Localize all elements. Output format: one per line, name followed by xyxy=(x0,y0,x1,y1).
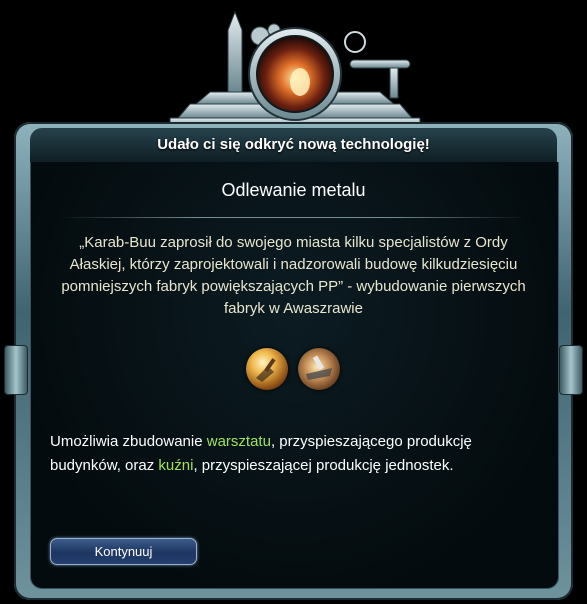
dialog-title-bar: Udało ci się odkryć nową technologię! xyxy=(30,128,557,163)
forge-link: kuźni xyxy=(158,457,194,474)
continue-button[interactable]: Kontynuuj xyxy=(50,538,197,565)
tech-quote: „Karab-Buu zaprosił do swojego miasta ki… xyxy=(61,234,526,317)
tech-name: Odlewanie metalu xyxy=(221,180,366,200)
divider xyxy=(60,217,527,218)
unlocks-description: Umożliwia zbudowanie warsztatu , przyspie… xyxy=(50,430,540,478)
frame-knob-left xyxy=(4,345,28,395)
workshop-icon xyxy=(246,348,288,390)
unlocks-text-3: , przyspieszającej produkcję jednostek. xyxy=(193,457,454,474)
foundry-emblem-icon xyxy=(150,0,440,130)
frame-knob-right xyxy=(559,345,583,395)
workshop-link: warsztatu xyxy=(206,433,271,450)
unlock-icons xyxy=(246,348,346,392)
unlocks-text-1: Umożliwia zbudowanie xyxy=(50,433,207,450)
dialog-title: Udało ci się odkryć nową technologię! xyxy=(157,136,430,153)
forge-icon xyxy=(298,348,340,390)
